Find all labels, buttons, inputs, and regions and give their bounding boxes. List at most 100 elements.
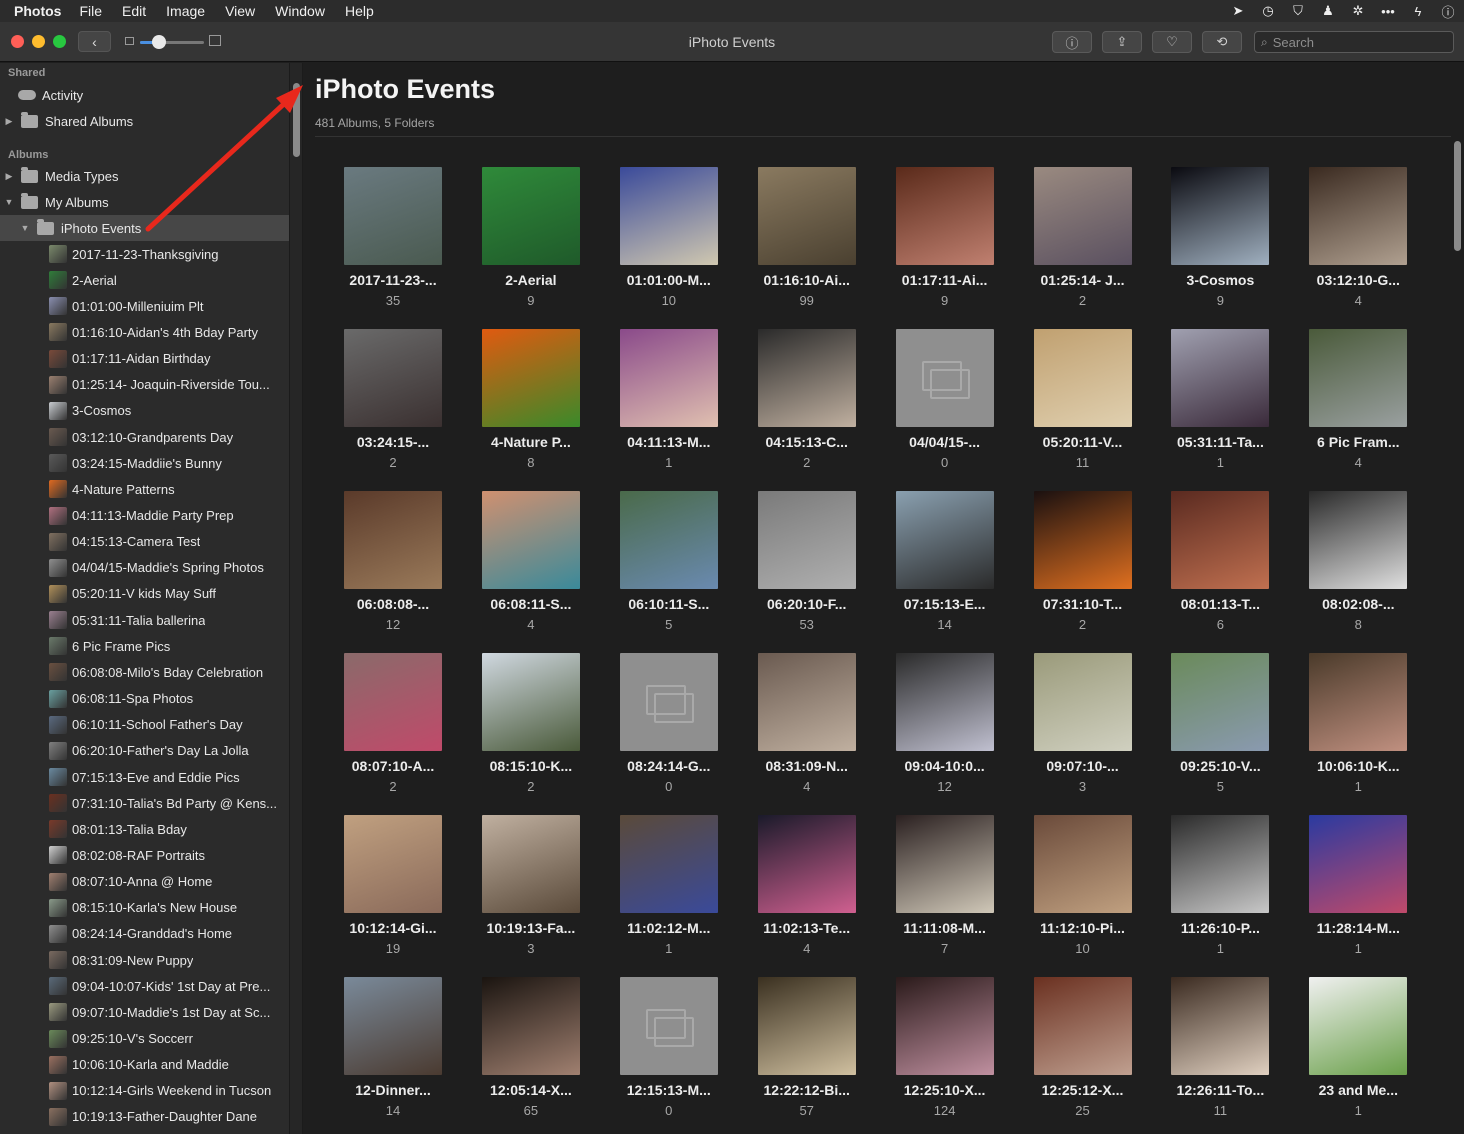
album-tile[interactable]: 07:15:13-E... 14 [876, 491, 1014, 641]
location-arrow-icon[interactable]: ➤ [1230, 3, 1246, 19]
album-tile[interactable]: 04:15:13-C... 2 [738, 329, 876, 479]
sidebar-event-item[interactable]: 04:15:13-Camera Test [0, 529, 289, 555]
empty-album-icon[interactable] [619, 653, 718, 751]
album-thumbnail[interactable] [1309, 329, 1408, 427]
album-thumbnail[interactable] [619, 167, 718, 265]
album-tile[interactable]: 11:11:08-M... 7 [876, 815, 1014, 965]
album-tile[interactable]: 01:01:00-M... 10 [600, 167, 738, 317]
album-thumbnail[interactable] [481, 977, 580, 1075]
album-thumbnail[interactable] [895, 491, 994, 589]
menu-image[interactable]: Image [166, 3, 205, 19]
menu-window[interactable]: Window [275, 3, 325, 19]
album-tile[interactable]: 01:17:11-Ai... 9 [876, 167, 1014, 317]
sidebar-item-media-types[interactable]: ▶ Media Types [0, 163, 289, 189]
sidebar-event-item[interactable]: 10:06:10-Karla and Maddie [0, 1052, 289, 1078]
album-tile[interactable]: 09:07:10-... 3 [1014, 653, 1152, 803]
bolt-icon[interactable]: ϟ [1410, 3, 1426, 19]
album-tile[interactable]: 09:25:10-V... 5 [1151, 653, 1289, 803]
album-tile[interactable]: 12:25:10-X... 124 [876, 977, 1014, 1127]
sidebar-item-activity[interactable]: Activity [0, 82, 289, 108]
album-tile[interactable]: 06:10:11-S... 5 [600, 491, 738, 641]
sidebar-event-item[interactable]: 06:08:11-Spa Photos [0, 686, 289, 712]
disclosure-down-icon[interactable]: ▼ [19, 223, 31, 233]
album-thumbnail[interactable] [895, 167, 994, 265]
sidebar-event-item[interactable]: 07:15:13-Eve and Eddie Pics [0, 764, 289, 790]
album-thumbnail[interactable] [481, 491, 580, 589]
sidebar-event-item[interactable]: 09:25:10-V's Soccerr [0, 1026, 289, 1052]
sidebar-event-item[interactable]: 09:04-10:07-Kids' 1st Day at Pre... [0, 973, 289, 999]
gear-icon[interactable]: ✲ [1350, 3, 1366, 19]
album-thumbnail[interactable] [1309, 491, 1408, 589]
clock-icon[interactable]: ◷ [1260, 3, 1276, 19]
disclosure-right-icon[interactable]: ▶ [3, 171, 15, 182]
sidebar-event-item[interactable]: 01:25:14- Joaquin-Riverside Tou... [0, 372, 289, 398]
album-tile[interactable]: 12:26:11-To... 11 [1151, 977, 1289, 1127]
album-tile[interactable]: 05:20:11-V... 11 [1014, 329, 1152, 479]
album-thumbnail[interactable] [1171, 653, 1270, 751]
empty-album-icon[interactable] [619, 977, 718, 1075]
disclosure-right-icon[interactable]: ▶ [3, 116, 15, 127]
album-tile[interactable]: 12:05:14-X... 65 [462, 977, 600, 1127]
sidebar-event-item[interactable]: 08:01:13-Talia Bday [0, 816, 289, 842]
album-thumbnail[interactable] [1033, 329, 1132, 427]
album-tile[interactable]: 2-Aerial 9 [462, 167, 600, 317]
sidebar-event-item[interactable]: 4-Nature Patterns [0, 476, 289, 502]
album-tile[interactable]: 11:28:14-M... 1 [1289, 815, 1427, 965]
album-thumbnail[interactable] [344, 815, 442, 913]
album-thumbnail[interactable] [1033, 653, 1132, 751]
album-tile[interactable]: 11:02:12-M... 1 [600, 815, 738, 965]
sidebar-scroll-thumb[interactable] [293, 83, 300, 157]
sidebar-event-item[interactable]: 06:08:08-Milo's Bday Celebration [0, 659, 289, 685]
sidebar-event-item[interactable]: 05:20:11-V kids May Suff [0, 581, 289, 607]
share-button[interactable]: ⇪ [1102, 31, 1142, 53]
album-tile[interactable]: 07:31:10-T... 2 [1014, 491, 1152, 641]
album-thumbnail[interactable] [344, 491, 442, 589]
album-tile[interactable]: 10:06:10-K... 1 [1289, 653, 1427, 803]
disclosure-down-icon[interactable]: ▼ [3, 197, 15, 207]
sidebar-event-item[interactable]: 06:20:10-Father's Day La Jolla [0, 738, 289, 764]
album-tile[interactable]: 08:24:14-G... 0 [600, 653, 738, 803]
album-thumbnail[interactable] [895, 653, 994, 751]
menu-edit[interactable]: Edit [122, 3, 146, 19]
menu-file[interactable]: File [79, 3, 102, 19]
album-tile[interactable]: 01:16:10-Ai... 99 [738, 167, 876, 317]
album-thumbnail[interactable] [1171, 167, 1270, 265]
album-tile[interactable]: 05:31:11-Ta... 1 [1151, 329, 1289, 479]
user-icon[interactable]: ♟ [1320, 3, 1336, 19]
menu-app-name[interactable]: Photos [14, 3, 61, 19]
album-tile[interactable]: 12:25:12-X... 25 [1014, 977, 1152, 1127]
album-thumbnail[interactable] [757, 815, 856, 913]
sidebar-item-iphoto-events[interactable]: ▼ iPhoto Events [0, 215, 289, 241]
sidebar-event-item[interactable]: 01:16:10-Aidan's 4th Bday Party [0, 319, 289, 345]
album-thumbnail[interactable] [895, 815, 994, 913]
album-tile[interactable]: 06:08:11-S... 4 [462, 491, 600, 641]
album-thumbnail[interactable] [1171, 977, 1270, 1075]
album-tile[interactable]: 12-Dinner... 14 [324, 977, 462, 1127]
sidebar-event-item[interactable]: 03:24:15-Maddiie's Bunny [0, 450, 289, 476]
sidebar-event-item[interactable]: 3-Cosmos [0, 398, 289, 424]
main-scrollbar[interactable] [1451, 138, 1464, 1134]
album-thumbnail[interactable] [1309, 167, 1408, 265]
sidebar-event-item[interactable]: 06:10:11-School Father's Day [0, 712, 289, 738]
sidebar-event-item[interactable]: 08:15:10-Karla's New House [0, 895, 289, 921]
album-tile[interactable]: 04:11:13-M... 1 [600, 329, 738, 479]
sidebar-item-my-albums[interactable]: ▼ My Albums [0, 189, 289, 215]
info-button[interactable]: ⓘ [1052, 31, 1092, 53]
album-thumbnail[interactable] [1171, 815, 1270, 913]
search-field[interactable]: ⌕ [1254, 31, 1454, 53]
album-thumbnail[interactable] [619, 491, 718, 589]
album-thumbnail[interactable] [1309, 653, 1408, 751]
shield-icon[interactable]: ⛉ [1290, 3, 1306, 19]
album-thumbnail[interactable] [344, 977, 442, 1075]
main-scroll-thumb[interactable] [1454, 141, 1461, 251]
album-tile[interactable]: 11:26:10-P... 1 [1151, 815, 1289, 965]
album-tile[interactable]: 08:15:10-K... 2 [462, 653, 600, 803]
sidebar-event-item[interactable]: 08:07:10-Anna @ Home [0, 869, 289, 895]
album-tile[interactable]: 4-Nature P... 8 [462, 329, 600, 479]
album-thumbnail[interactable] [1033, 977, 1132, 1075]
sidebar-event-item[interactable]: 10:19:13-Father-Daughter Dane [0, 1104, 289, 1130]
favorite-button[interactable]: ♡ [1152, 31, 1192, 53]
album-tile[interactable]: 06:20:10-F... 53 [738, 491, 876, 641]
album-tile[interactable]: 12:22:12-Bi... 57 [738, 977, 876, 1127]
dots-icon[interactable]: ••• [1380, 3, 1396, 19]
